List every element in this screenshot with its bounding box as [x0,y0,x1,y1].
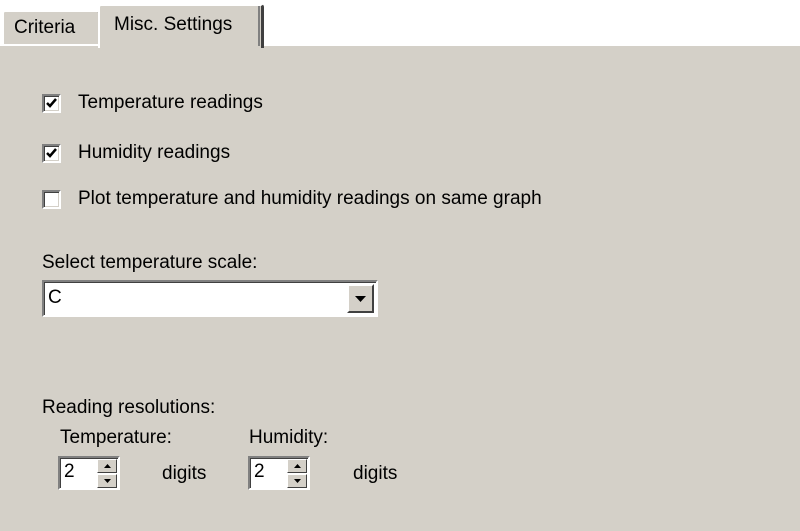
temperature-scale-value: C [48,287,62,308]
check-icon [46,97,57,108]
tab-strip: Criteria Misc. Settings [0,0,800,48]
spin-up-arrow-icon [103,464,111,468]
reading-resolutions-label: Reading resolutions: [42,397,216,418]
tab-shadow-divider [258,6,260,46]
spin-down-arrow-icon [103,479,111,483]
temperature-readings-checkbox[interactable] [42,93,61,113]
temperature-digits-value: 2 [64,461,75,482]
tab-misc-settings-label: Misc. Settings [114,14,233,35]
humidity-readings-label: Humidity readings [78,142,231,163]
temperature-scale-select[interactable]: C [42,280,378,317]
humidity-increment-button[interactable] [287,459,307,473]
humidity-spin-buttons [287,459,307,488]
same-graph-checkbox[interactable] [42,189,61,209]
humidity-resolution-label: Humidity: [249,427,329,448]
temperature-resolution-label: Temperature: [60,427,172,448]
temperature-scale-dropdown-button[interactable] [347,284,374,313]
temperature-digits-spinbox[interactable]: 2 [58,456,120,490]
misc-settings-panel: Temperature readings Humidity readings P… [0,44,800,531]
same-graph-label: Plot temperature and humidity readings o… [78,188,542,209]
tab-criteria[interactable]: Criteria [2,10,100,46]
temperature-digits-unit: digits [162,463,207,484]
spin-down-arrow-icon [293,479,301,483]
temperature-decrement-button[interactable] [97,474,117,488]
check-icon [46,147,57,158]
tab-misc-settings[interactable]: Misc. Settings [98,4,264,48]
humidity-digits-unit: digits [353,463,398,484]
tab-criteria-label: Criteria [14,17,76,38]
humidity-readings-option[interactable]: Humidity readings [42,141,230,165]
humidity-digits-value: 2 [254,461,265,482]
temperature-spin-buttons [97,459,117,488]
humidity-readings-checkbox[interactable] [42,143,61,163]
down-arrow-icon [355,295,366,302]
temperature-readings-label: Temperature readings [78,92,263,113]
temperature-increment-button[interactable] [97,459,117,473]
same-graph-option[interactable]: Plot temperature and humidity readings o… [42,187,542,211]
humidity-digits-spinbox[interactable]: 2 [248,456,310,490]
spin-up-arrow-icon [293,464,301,468]
temperature-readings-option[interactable]: Temperature readings [42,91,263,115]
humidity-decrement-button[interactable] [287,474,307,488]
temperature-scale-label: Select temperature scale: [42,252,258,273]
